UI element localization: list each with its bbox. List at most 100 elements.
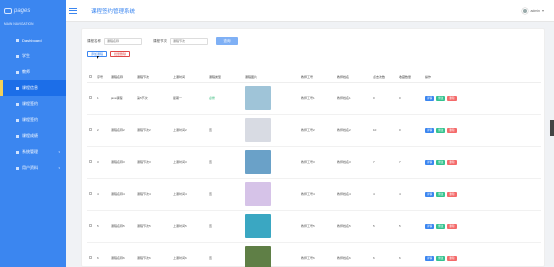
cell-fav: 0 (397, 82, 423, 115)
sidebar-item-4[interactable]: 课程签约 (0, 96, 66, 112)
edit-button[interactable]: 修改 (436, 159, 446, 165)
delete-button[interactable]: 删除 (447, 223, 457, 229)
sidebar-item-2[interactable]: 教师 (0, 64, 66, 80)
row-select-cell[interactable] (87, 146, 95, 179)
col-type[interactable]: 课程类型 (207, 73, 243, 83)
menu-toggle-icon[interactable] (69, 7, 79, 15)
table-header-row: 序号 课程名称 课程节次 上课时间 课程类型 课程图片 教师工号 教师姓名 点击… (87, 73, 541, 83)
select-all-cell[interactable] (87, 73, 95, 83)
row-select-cell[interactable] (87, 210, 95, 243)
delete-button[interactable]: 删除 (447, 95, 457, 101)
nav-icon (16, 70, 19, 74)
cell-name: 课程名称4 (109, 178, 135, 211)
cell-fav: 7 (397, 146, 423, 179)
cell-type: 否 (207, 178, 243, 211)
cell-section: 第5节次 (135, 82, 171, 115)
batch-delete-button[interactable]: 批量删除 (110, 51, 131, 57)
row-checkbox[interactable] (89, 160, 92, 163)
table-row: 1 java课程 第5节次 星期一 必修 教师工号1 教师姓名1 0 0 详情 修改 删除 (87, 82, 541, 115)
course-section-label: 课程节次 (153, 38, 167, 43)
col-name[interactable]: 课程名称 (109, 73, 135, 83)
row-checkbox[interactable] (89, 256, 92, 259)
cell-actions: 详情 修改 删除 (423, 146, 541, 179)
view-button[interactable]: 详情 (425, 223, 435, 229)
row-checkbox[interactable] (89, 224, 92, 227)
edit-button[interactable]: 修改 (436, 127, 446, 133)
avatar (522, 8, 529, 14)
cell-clicks: 6 (371, 242, 397, 267)
user-menu[interactable]: admin (522, 8, 544, 14)
nav-icon (16, 102, 19, 106)
edit-button[interactable]: 修改 (436, 223, 446, 229)
cell-fav: 0 (397, 114, 423, 147)
logo-text: pages (14, 8, 31, 14)
row-checkbox[interactable] (89, 96, 92, 99)
filter-bar: 课程名称 课程节次 查询 (87, 37, 238, 45)
col-time[interactable]: 上课时间 (171, 73, 207, 83)
row-checkbox[interactable] (89, 192, 92, 195)
cell-actions: 详情 修改 删除 (423, 178, 541, 211)
cell-tid: 教师工号5 (299, 210, 335, 243)
delete-button[interactable]: 删除 (447, 191, 457, 197)
cell-clicks: 7 (371, 146, 397, 179)
edit-button[interactable]: 修改 (436, 255, 446, 261)
cell-type: 否 (207, 242, 243, 267)
cell-section: 课程节次4 (135, 178, 171, 211)
col-favorites[interactable]: 收藏数量 (397, 73, 423, 83)
sidebar-item-7[interactable]: 系统管理 ▾ (0, 144, 66, 160)
edit-button[interactable]: 修改 (436, 191, 446, 197)
view-button[interactable]: 详情 (425, 95, 435, 101)
nav-section-header: MAIN NAVIGATION (4, 22, 34, 26)
view-button[interactable]: 详情 (425, 127, 435, 133)
side-scroll-handle[interactable] (550, 120, 554, 136)
sidebar-item-label: 课程签约 (22, 101, 38, 106)
course-section-input[interactable] (170, 37, 208, 45)
cell-idx: 6 (95, 242, 109, 267)
row-checkbox[interactable] (89, 128, 92, 131)
course-table: 序号 课程名称 课程节次 上课时间 课程类型 课程图片 教师工号 教师姓名 点击… (87, 73, 541, 267)
cell-tname: 教师姓名3 (335, 146, 371, 179)
sidebar-item-3[interactable]: 课程信息 (0, 80, 66, 96)
col-section[interactable]: 课程节次 (135, 73, 171, 83)
view-button[interactable]: 详情 (425, 159, 435, 165)
col-teacher-id[interactable]: 教师工号 (299, 73, 335, 83)
sidebar-item-8[interactable]: 用户资料 ▾ (0, 160, 66, 176)
sidebar-item-0[interactable]: Dashboard (0, 32, 66, 48)
cell-clicks: 4 (371, 178, 397, 211)
chevron-down-icon: ▾ (58, 150, 60, 154)
cell-clicks: 0 (371, 82, 397, 115)
row-select-cell[interactable] (87, 242, 95, 267)
sidebar-item-6[interactable]: 课程成绩 (0, 128, 66, 144)
delete-button[interactable]: 删除 (447, 159, 457, 165)
cell-name: 课程名称3 (109, 146, 135, 179)
delete-button[interactable]: 删除 (447, 127, 457, 133)
cell-section: 课程节次6 (135, 242, 171, 267)
course-name-input[interactable] (104, 37, 142, 45)
delete-button[interactable]: 删除 (447, 255, 457, 261)
cell-tid: 教师工号1 (299, 82, 335, 115)
sidebar-item-5[interactable]: 课程签约 (0, 112, 66, 128)
search-button[interactable]: 查询 (216, 37, 238, 45)
nav-icon (16, 134, 19, 138)
edit-button[interactable]: 修改 (436, 95, 446, 101)
sidebar-item-1[interactable]: 学生 (0, 48, 66, 64)
sidebar-item-label: 系统管理 (22, 149, 38, 154)
cell-actions: 详情 修改 删除 (423, 114, 541, 147)
col-clicks[interactable]: 点击次数 (371, 73, 397, 83)
col-teacher-name[interactable]: 教师姓名 (335, 73, 371, 83)
cell-tid: 教师工号3 (299, 146, 335, 179)
logo: pages (0, 0, 66, 22)
logo-icon (4, 8, 12, 14)
row-select-cell[interactable] (87, 178, 95, 211)
row-select-cell[interactable] (87, 82, 95, 115)
sidebar-item-label: 教师 (22, 69, 30, 74)
nav-icon (16, 86, 19, 90)
cell-actions: 详情 修改 删除 (423, 242, 541, 267)
user-name: admin (530, 9, 540, 13)
view-button[interactable]: 详情 (425, 191, 435, 197)
row-select-cell[interactable] (87, 114, 95, 147)
cell-tid: 教师工号2 (299, 114, 335, 147)
select-all-checkbox[interactable] (89, 75, 92, 79)
view-button[interactable]: 详情 (425, 255, 435, 261)
cell-cover (243, 210, 299, 243)
